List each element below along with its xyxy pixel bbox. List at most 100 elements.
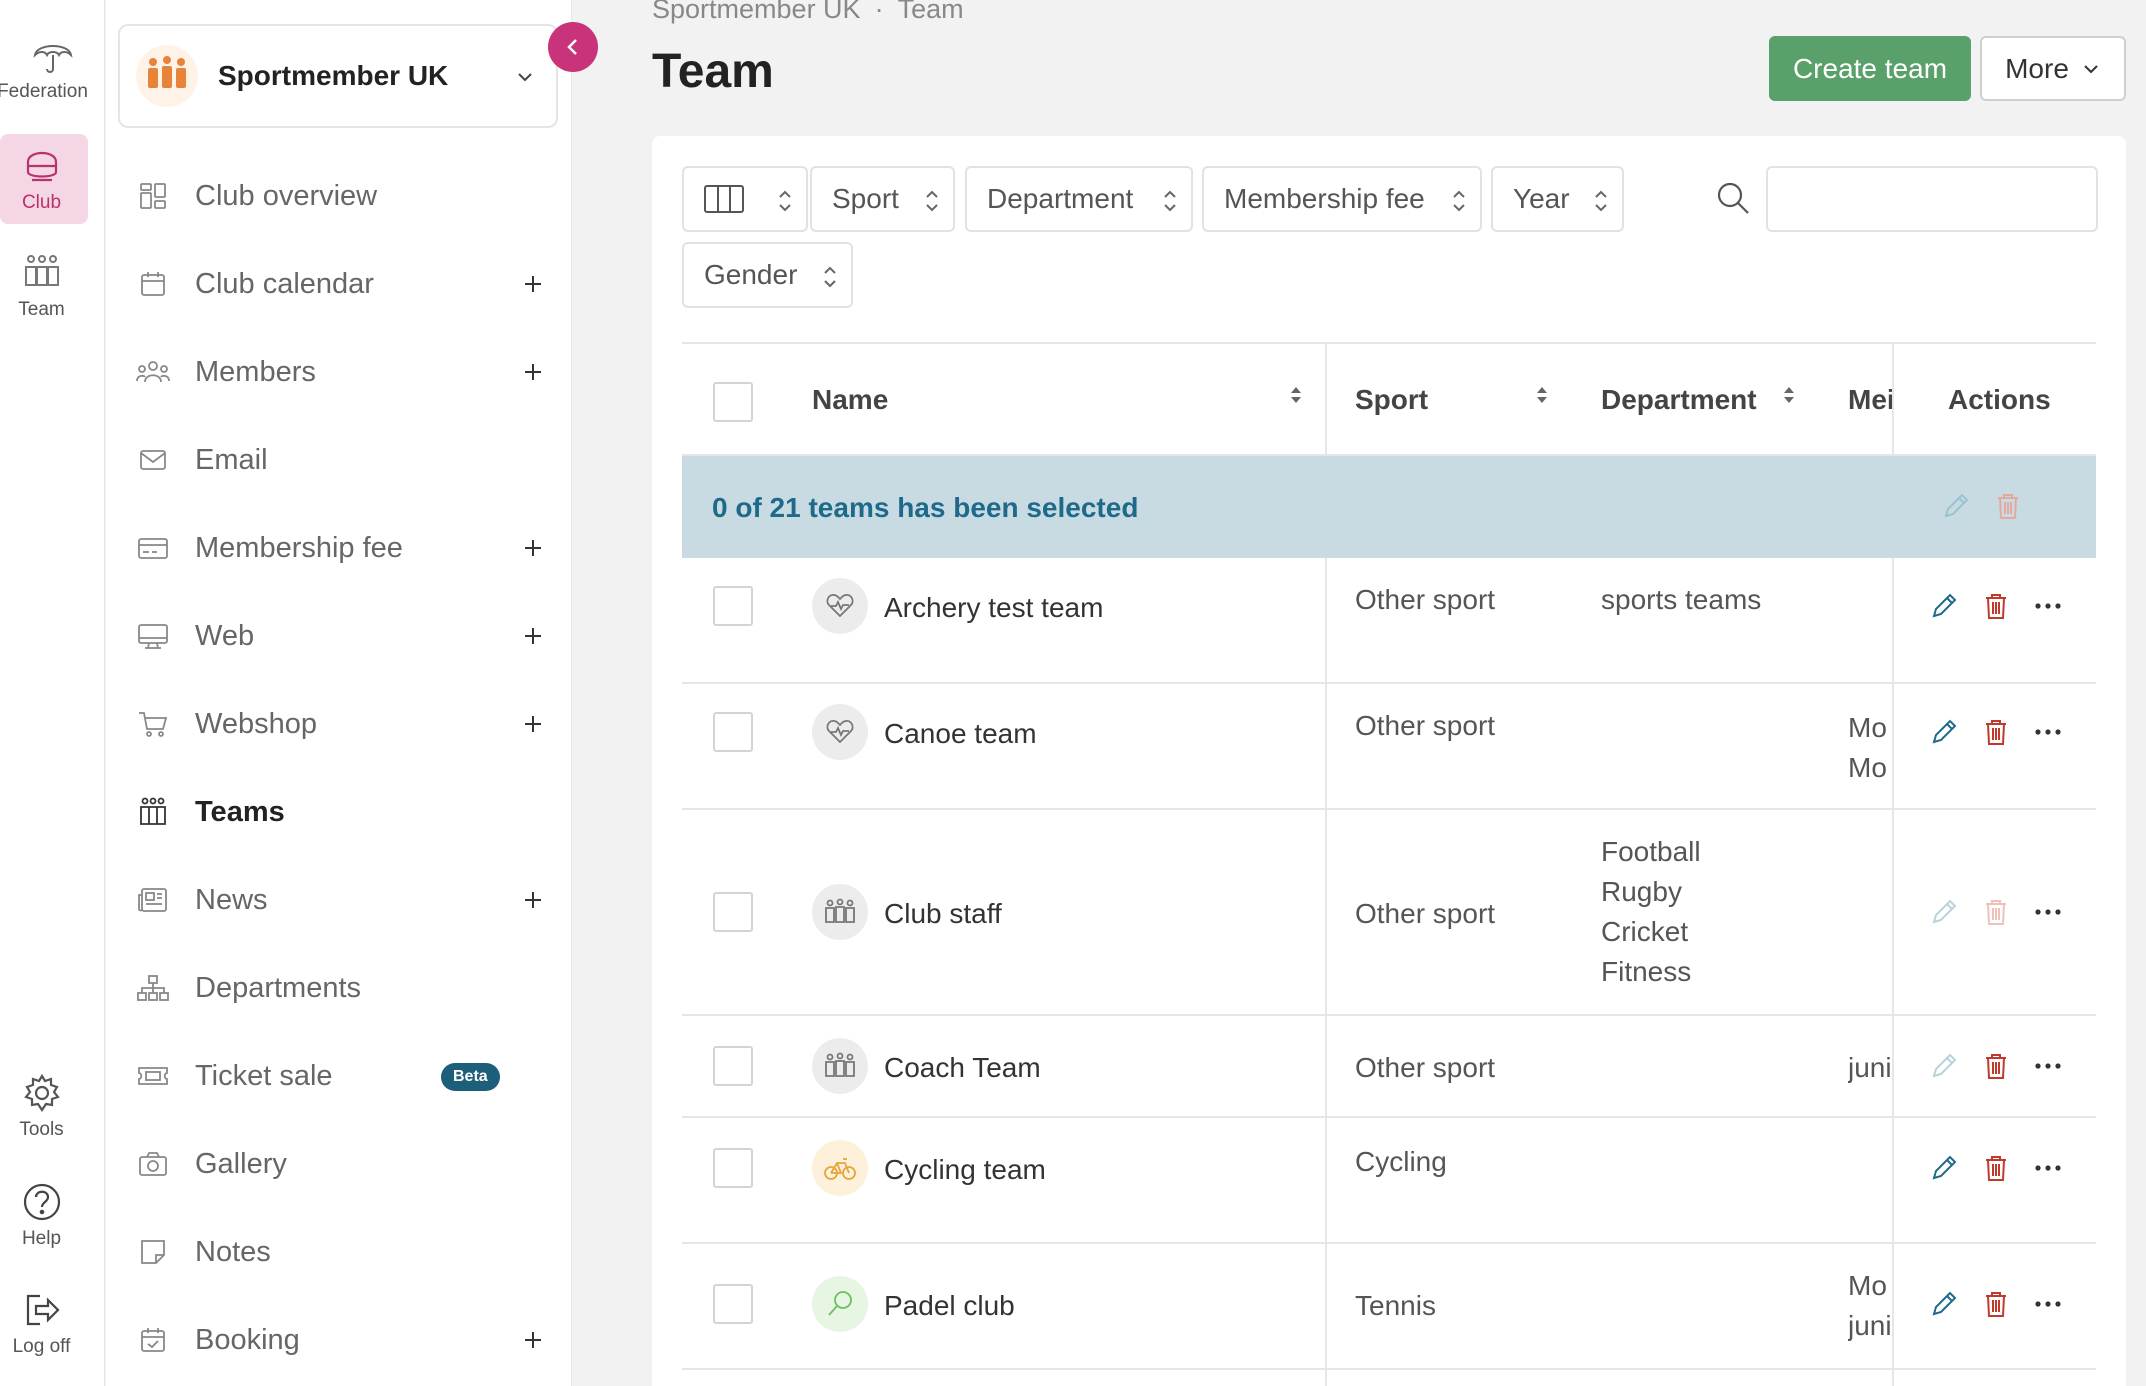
club-selector[interactable]: Sportmember UK [118,24,558,128]
more-actions-icon[interactable] [2030,588,2066,624]
plus-icon[interactable] [518,269,548,299]
sidebar-item-club-calendar[interactable]: Club calendar [106,254,572,314]
more-actions-icon[interactable] [2030,1048,2066,1084]
rail-label: Tools [19,1119,64,1140]
edit-icon[interactable] [1926,714,1962,750]
sidebar-item-club-overview[interactable]: Club overview [106,166,572,226]
sidebar-item-departments[interactable]: Departments [106,958,572,1018]
sort-toggle-icon [1452,189,1466,213]
select-all-checkbox[interactable] [713,382,753,422]
more-actions-icon[interactable] [2030,714,2066,750]
more-button[interactable]: More [1980,36,2126,101]
delete-icon[interactable] [1978,714,2014,750]
column-header-name[interactable]: Name [812,384,888,416]
sort-toggle-icon [1594,189,1608,213]
sidebar-item-membership-fee[interactable]: Membership fee [106,518,572,578]
sidebar-item-webshop[interactable]: Webshop [106,694,572,754]
rail-label: Club [21,192,62,213]
column-header-department[interactable]: Department [1601,384,1757,416]
rail-label: Federation [0,81,88,102]
filter-gender[interactable]: Gender [682,242,853,308]
edit-icon[interactable] [1926,1150,1962,1186]
team-name[interactable]: Archery test team [884,588,1103,628]
search-input[interactable] [1766,166,2098,232]
edit-icon[interactable] [1926,1286,1962,1322]
team-name[interactable]: Coach Team [884,1048,1041,1088]
search-icon[interactable] [1715,180,1751,216]
row-checkbox[interactable] [713,1148,753,1188]
columns-toggle[interactable] [682,166,808,232]
camera-icon [136,1147,170,1181]
filter-sport[interactable]: Sport [810,166,955,232]
sidebar-item-label: Webshop [195,707,317,740]
sidebar-item-web[interactable]: Web [106,606,572,666]
more-actions-icon[interactable] [2030,1150,2066,1186]
row-checkbox[interactable] [713,1284,753,1324]
rail-item-club[interactable]: Club [0,134,105,224]
row-checkbox[interactable] [713,892,753,932]
sidebar-item-news[interactable]: News [106,870,572,930]
members-icon [136,355,170,389]
row-checkbox[interactable] [713,712,753,752]
team-name[interactable]: Club staff [884,894,1002,934]
delete-icon[interactable] [1978,588,2014,624]
collapse-sidebar-button[interactable] [548,22,598,72]
more-actions-icon[interactable] [2030,894,2066,930]
create-team-button[interactable]: Create team [1769,36,1971,101]
more-actions-icon[interactable] [2030,1286,2066,1322]
rail-item-tools[interactable]: Tools [0,1066,105,1146]
team-sport: Other sport [1355,710,1496,741]
column-header-sport[interactable]: Sport [1355,384,1428,416]
team-department: Rugby [1601,876,1682,907]
column-header-actions: Actions [1948,384,2051,415]
sidebar-item-gallery[interactable]: Gallery [106,1134,572,1194]
plus-icon[interactable] [518,533,548,563]
rail-item-log-off[interactable]: Log off [0,1283,105,1363]
teams-card: Sport Department Membership fee Year Gen… [652,136,2126,1386]
column-header-membership[interactable]: Mei [1848,384,1896,416]
filter-year[interactable]: Year [1491,166,1624,232]
sort-icon[interactable] [1534,383,1550,407]
sidebar-item-email[interactable]: Email [106,430,572,490]
plus-icon[interactable] [518,709,548,739]
sidebar-item-label: Email [195,443,268,476]
team-membership: Mo [1848,1270,1887,1301]
sort-toggle-icon [778,189,792,213]
filter-membership-fee[interactable]: Membership fee [1202,166,1482,232]
sidebar-item-notes[interactable]: Notes [106,1222,572,1282]
sort-icon[interactable] [1288,383,1304,407]
bicycle-icon [812,1140,868,1196]
plus-icon[interactable] [518,1325,548,1355]
rail-item-team[interactable]: Team [0,244,105,328]
team-sport: Other sport [1355,898,1496,929]
team-name[interactable]: Padel club [884,1286,1015,1326]
team-name[interactable]: Canoe team [884,714,1037,754]
plus-icon[interactable] [518,621,548,651]
breadcrumb-item[interactable]: Sportmember UK [652,0,861,24]
delete-icon[interactable] [1978,1286,2014,1322]
team-sport: Other sport [1355,1052,1496,1083]
sidebar-item-teams[interactable]: Teams [106,782,572,842]
sidebar-item-members[interactable]: Members [106,342,572,402]
sidebar-item-booking[interactable]: Booking [106,1310,572,1370]
sidebar-item-label: Members [195,355,316,388]
delete-icon[interactable] [1978,1150,2014,1186]
rail-label: Log off [12,1336,71,1357]
team-name[interactable]: Cycling team [884,1150,1046,1190]
delete-icon[interactable] [1978,1048,2014,1084]
sidebar-item-label: Web [195,619,255,652]
filter-department[interactable]: Department [965,166,1193,232]
logout-icon [20,1288,64,1332]
rail-item-help[interactable]: Help [0,1175,105,1255]
team-membership: juni [1848,1052,1892,1083]
rail-item-federation[interactable]: Federation [0,28,105,108]
sort-icon[interactable] [1781,383,1797,407]
row-checkbox[interactable] [713,586,753,626]
envelope-icon [136,443,170,477]
edit-icon[interactable] [1926,588,1962,624]
table-top-border [682,342,2096,344]
plus-icon[interactable] [518,885,548,915]
plus-icon[interactable] [518,357,548,387]
row-checkbox[interactable] [713,1046,753,1086]
sidebar-item-ticket-sale[interactable]: Ticket sale Beta [106,1046,572,1106]
